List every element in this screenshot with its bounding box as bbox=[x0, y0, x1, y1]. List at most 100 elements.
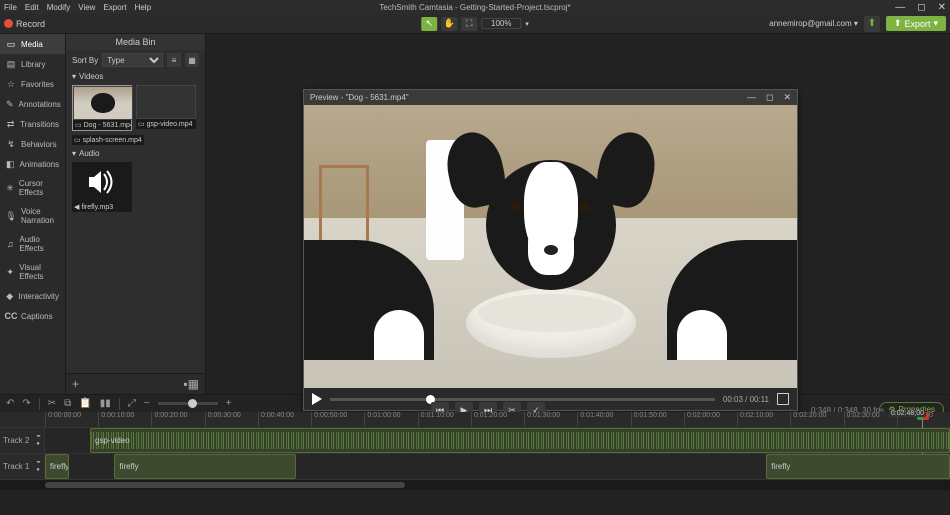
account-menu[interactable]: annemirop@gmail.com ▾ bbox=[769, 19, 858, 28]
undo-button[interactable]: ↶ bbox=[6, 398, 14, 409]
track-header[interactable]: Track 2⏷● bbox=[0, 428, 45, 453]
preview-close-icon[interactable]: ✕ bbox=[783, 92, 791, 103]
track-body[interactable]: gsp-video bbox=[45, 428, 950, 453]
transitions-icon: ⇄ bbox=[6, 119, 15, 129]
record-icon bbox=[4, 19, 13, 28]
tool-library[interactable]: ▤ Library bbox=[0, 54, 65, 74]
scrollbar-thumb[interactable] bbox=[45, 482, 405, 488]
track-lock-icon[interactable]: ● bbox=[36, 441, 41, 447]
media-thumb-firefly[interactable]: ◀firefly.mp3 bbox=[72, 162, 132, 212]
panel-collapse-button[interactable]: ▪▦ bbox=[183, 377, 199, 391]
play-button[interactable] bbox=[312, 393, 322, 405]
thumb-image bbox=[73, 86, 133, 120]
cursor-tool-button[interactable]: ↖ bbox=[421, 17, 437, 31]
canvas-area[interactable]: Preview - "Dog - 5631.mp4" — ◻ ✕ bbox=[206, 34, 950, 394]
preview-video[interactable] bbox=[304, 105, 797, 388]
tool-media[interactable]: ▭ Media bbox=[0, 34, 65, 54]
media-thumb-splash[interactable]: ▭splash-screen.mp4 bbox=[72, 135, 144, 145]
close-icon[interactable]: ✕ bbox=[938, 2, 946, 13]
ruler-tick: 0:01:10:00 bbox=[418, 412, 471, 427]
timeline-ruler[interactable]: 0:00:00:000:00:10:000:00:20:000:00:30:00… bbox=[0, 412, 950, 427]
tool-label: Captions bbox=[21, 312, 53, 321]
sparkle-icon: ✦ bbox=[6, 267, 14, 277]
star-icon: ☆ bbox=[6, 79, 16, 89]
track-body[interactable]: firefly firefly firefly bbox=[45, 454, 950, 479]
menu-file[interactable]: File bbox=[4, 3, 17, 12]
maximize-icon[interactable]: ◻ bbox=[917, 2, 925, 13]
view-list-button[interactable]: ≡ bbox=[167, 53, 181, 67]
tool-audio-effects[interactable]: ♫Audio Effects bbox=[0, 230, 65, 258]
preview-window: Preview - "Dog - 5631.mp4" — ◻ ✕ bbox=[303, 89, 798, 411]
menu-modify[interactable]: Modify bbox=[47, 3, 71, 12]
tool-favorites[interactable]: ☆ Favorites bbox=[0, 74, 65, 94]
tool-voice-narration[interactable]: 🎙Voice Narration bbox=[0, 202, 65, 230]
track-toggle-icon[interactable]: ⏷ bbox=[36, 460, 41, 466]
minimize-icon[interactable]: — bbox=[895, 2, 905, 13]
main: ▭Media ▤Library ☆Favorites ✎Annotations … bbox=[0, 34, 950, 394]
redo-button[interactable]: ↷ bbox=[22, 398, 30, 409]
tool-label: Favorites bbox=[21, 80, 54, 89]
ruler-tick: 0:00:20:00 bbox=[151, 412, 204, 427]
zoom-in-button[interactable]: + bbox=[226, 398, 232, 409]
window-controls: — ◻ ✕ bbox=[895, 2, 946, 13]
timeline-scrollbar[interactable] bbox=[0, 479, 950, 490]
tool-label: Voice Narration bbox=[21, 207, 59, 225]
tool-label: Visual Effects bbox=[19, 263, 59, 281]
ruler-tick: 0:01:00:00 bbox=[364, 412, 417, 427]
tool-interactivity[interactable]: ◆Interactivity bbox=[0, 286, 65, 306]
crop-tool-button[interactable]: ⛶ bbox=[461, 17, 477, 31]
timeline-zoom-slider[interactable] bbox=[158, 402, 218, 405]
preview-minimize-icon[interactable]: — bbox=[747, 92, 756, 103]
timeline-clip[interactable]: firefly bbox=[766, 454, 950, 479]
split-clip-button[interactable]: ▮▮ bbox=[100, 398, 111, 409]
preview-titlebar[interactable]: Preview - "Dog - 5631.mp4" — ◻ ✕ bbox=[304, 90, 797, 105]
preview-maximize-icon[interactable]: ◻ bbox=[766, 92, 773, 103]
ruler-tick: 0:02:20:00 bbox=[790, 412, 843, 427]
copy-button[interactable]: ⧉ bbox=[64, 398, 71, 409]
library-icon: ▤ bbox=[6, 59, 16, 69]
videos-section-header[interactable]: ▾ Videos bbox=[66, 70, 205, 83]
media-icon: ▭ bbox=[6, 39, 16, 49]
cut-button[interactable]: ✂ bbox=[48, 398, 56, 409]
zoom-caret-icon[interactable]: ▾ bbox=[525, 20, 529, 28]
video-thumbs: ▭Dog - 5631.mp4 ▭gsp-video.mp4 bbox=[66, 83, 205, 133]
zoom-handle[interactable] bbox=[188, 399, 197, 408]
track-header[interactable]: Track 1⏷● bbox=[0, 454, 45, 479]
view-grid-button[interactable]: ▦ bbox=[185, 53, 199, 67]
media-thumb-dog[interactable]: ▭Dog - 5631.mp4 bbox=[72, 85, 132, 131]
menu-view[interactable]: View bbox=[78, 3, 95, 12]
menu-export[interactable]: Export bbox=[103, 3, 126, 12]
zoom-dropdown[interactable]: 100% bbox=[481, 18, 521, 29]
sort-dropdown[interactable]: Type bbox=[102, 53, 163, 67]
zoom-out-button[interactable]: − bbox=[144, 398, 150, 409]
thumb-image bbox=[136, 85, 196, 119]
seek-bar[interactable] bbox=[330, 398, 715, 401]
zoom-fit-button[interactable]: ⤢ bbox=[128, 398, 136, 409]
tool-behaviors[interactable]: ↯Behaviors bbox=[0, 134, 65, 154]
export-button[interactable]: ⬆ Export ▾ bbox=[886, 16, 946, 31]
tool-visual-effects[interactable]: ✦ Visual Effects bbox=[0, 258, 65, 286]
tool-captions[interactable]: CCCaptions bbox=[0, 306, 65, 326]
hand-tool-button[interactable]: ✋ bbox=[441, 17, 457, 31]
section-label: Audio bbox=[79, 149, 99, 158]
tool-label: Media bbox=[21, 40, 43, 49]
track-toggle-icon[interactable]: ⏷ bbox=[36, 434, 41, 440]
add-media-button[interactable]: + bbox=[72, 377, 79, 391]
timeline-clip[interactable]: firefly bbox=[114, 454, 296, 479]
tool-animations[interactable]: ◧Animations bbox=[0, 154, 65, 174]
share-button[interactable]: ⬆ bbox=[864, 16, 880, 32]
animations-icon: ◧ bbox=[6, 159, 15, 169]
tool-cursor-effects[interactable]: ✳Cursor Effects bbox=[0, 174, 65, 202]
tool-label: Library bbox=[21, 60, 45, 69]
menu-edit[interactable]: Edit bbox=[25, 3, 39, 12]
tool-transitions[interactable]: ⇄Transitions bbox=[0, 114, 65, 134]
record-button[interactable]: Record bbox=[4, 19, 45, 29]
tool-annotations[interactable]: ✎Annotations bbox=[0, 94, 65, 114]
audio-section-header[interactable]: ▾ Audio bbox=[66, 147, 205, 160]
track-lock-icon[interactable]: ● bbox=[36, 467, 41, 473]
paste-button[interactable]: 📋 bbox=[79, 398, 91, 409]
menu-help[interactable]: Help bbox=[135, 3, 151, 12]
media-thumb-gsp[interactable]: ▭gsp-video.mp4 bbox=[136, 85, 196, 131]
timeline-clip[interactable]: firefly bbox=[45, 454, 69, 479]
timeline-clip[interactable]: gsp-video bbox=[90, 428, 950, 453]
